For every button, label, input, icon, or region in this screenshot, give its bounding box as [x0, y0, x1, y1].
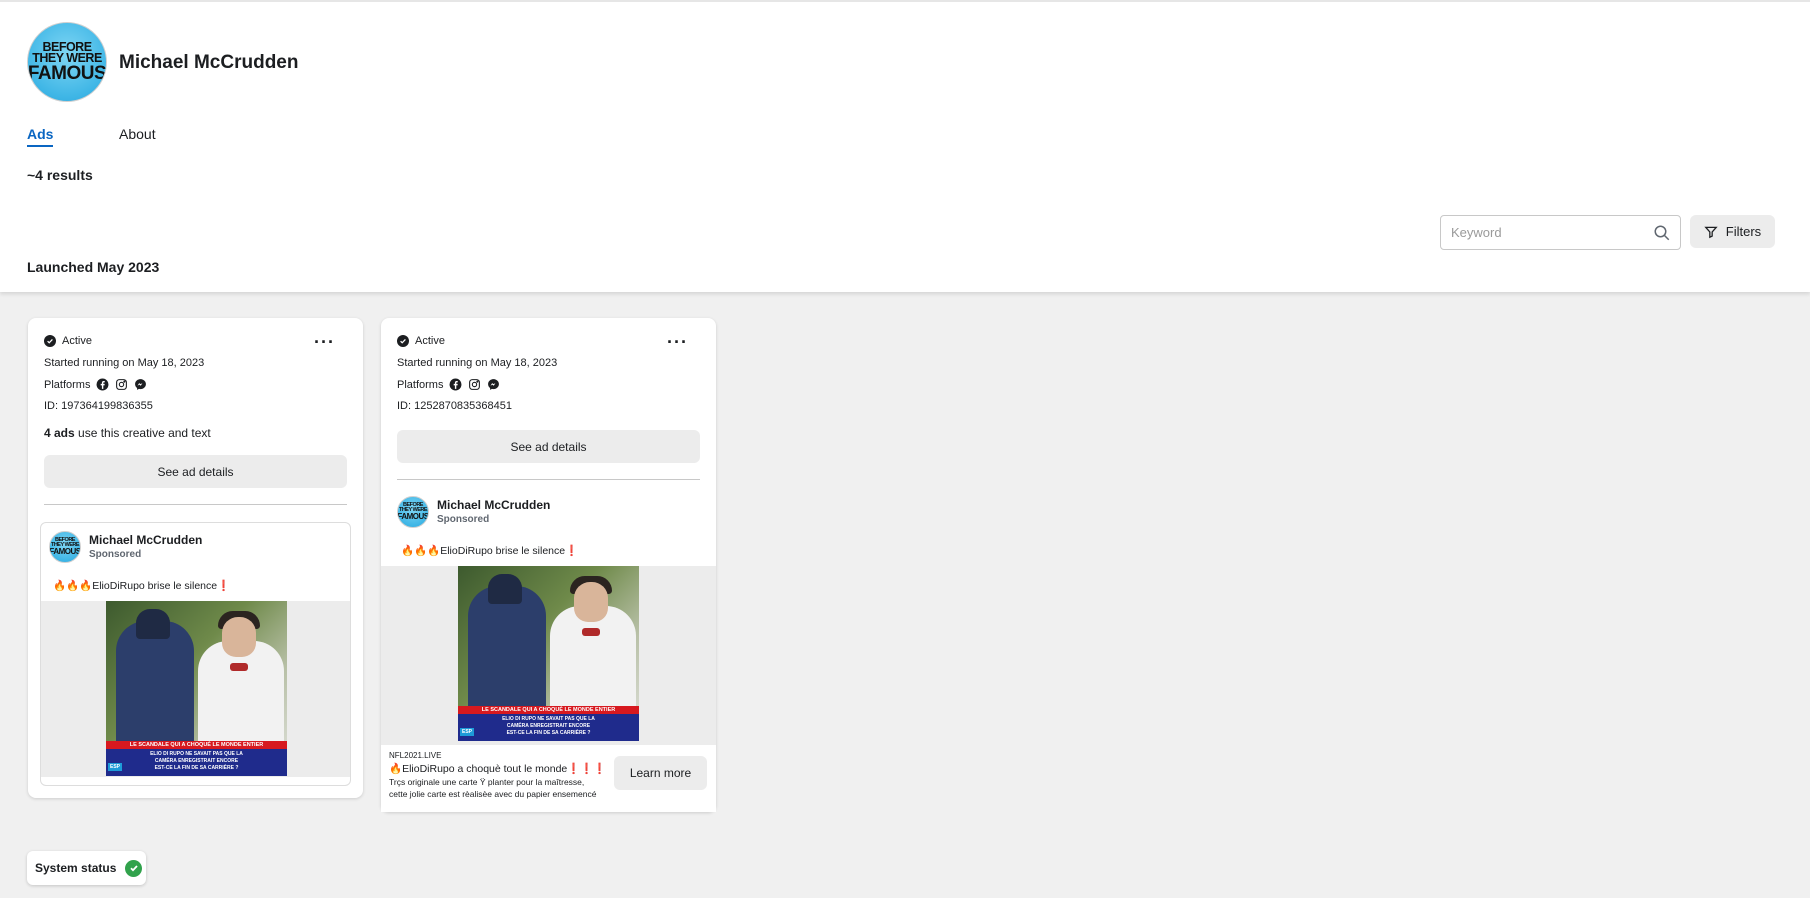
image-banner-blue: ELIO DI RUPO NE SAVAIT PAS QUE LA CAMÉRA… — [458, 714, 639, 741]
tab-about[interactable]: About — [119, 126, 156, 142]
section-title: Launched May 2023 — [27, 259, 160, 275]
ad-preview: BEFORE THEY WERE FAMOUS Michael McCrudde… — [40, 522, 351, 786]
status-label: Active — [415, 335, 445, 347]
instagram-icon — [469, 379, 481, 390]
advertiser-name[interactable]: Michael McCrudden — [437, 498, 550, 512]
filters-label: Filters — [1725, 224, 1762, 239]
more-icon[interactable]: ··· — [314, 333, 335, 351]
ad-card: Active ··· Started running on May 18, 20… — [28, 318, 363, 798]
avatar-logo: BEFORE THEY WERE FAMOUS — [397, 502, 429, 522]
facebook-icon — [97, 378, 109, 391]
see-ad-details-button[interactable]: See ad details — [397, 430, 700, 463]
more-icon[interactable]: ··· — [667, 333, 688, 351]
filter-icon — [1704, 226, 1718, 238]
ad-id: ID: 1252870835368451 — [397, 400, 512, 412]
filters-button[interactable]: Filters — [1690, 215, 1775, 248]
ads-count: 4 ads — [44, 426, 75, 440]
advertiser-name[interactable]: Michael McCrudden — [89, 533, 202, 547]
ad-image-area: LE SCANDALE QUI A CHOQUÉ LE MONDE ENTIER… — [41, 601, 350, 777]
avatar-logo: BEFORE THEY WERE FAMOUS — [49, 537, 81, 557]
system-status-button[interactable]: System status — [27, 851, 146, 885]
check-icon — [44, 335, 56, 347]
platforms-label: Platforms — [397, 378, 444, 391]
ad-body-text: 🔥🔥🔥ElioDiRupo brise le silence❗ — [53, 580, 231, 592]
ad-link-footer[interactable]: NFL2021.LIVE 🔥ElioDiRupo a choquè tout l… — [381, 745, 716, 812]
page-avatar[interactable]: BEFORE THEY WERE FAMOUS — [27, 22, 107, 102]
link-domain: NFL2021.LIVE — [389, 751, 442, 760]
learn-more-button[interactable]: Learn more — [614, 756, 707, 790]
instagram-icon — [116, 379, 128, 390]
link-headline: 🔥ElioDiRupo a choquè tout le monde❗❗❗ — [389, 763, 607, 775]
image-logo: ESP — [460, 728, 475, 736]
ads-count-suffix: use this creative and text — [78, 426, 211, 440]
check-icon — [125, 859, 143, 877]
link-description: Trçs originale une carte Ÿ planter pour … — [389, 777, 597, 799]
platforms-row: Platforms — [44, 378, 147, 391]
platforms-label: Platforms — [44, 378, 91, 391]
status-label: Active — [62, 335, 92, 347]
sponsored-label: Sponsored — [437, 514, 490, 525]
search-box[interactable] — [1440, 215, 1681, 250]
search-input[interactable] — [1451, 216, 1641, 249]
image-logo: ESP — [108, 763, 123, 771]
ad-id: ID: 197364199836355 — [44, 400, 153, 412]
advertiser-avatar[interactable]: BEFORE THEY WERE FAMOUS — [49, 531, 81, 563]
image-banner-red: LE SCANDALE QUI A CHOQUÉ LE MONDE ENTIER — [458, 706, 639, 714]
facebook-icon — [450, 378, 462, 391]
sponsored-label: Sponsored — [89, 549, 142, 560]
platforms-row: Platforms — [397, 378, 500, 391]
started-date: Started running on May 18, 2023 — [44, 357, 205, 369]
ad-image[interactable]: LE SCANDALE QUI A CHOQUÉ LE MONDE ENTIER… — [458, 566, 639, 741]
ad-image[interactable]: LE SCANDALE QUI A CHOQUÉ LE MONDE ENTIER… — [106, 601, 287, 776]
ads-usage-text: 4 ads use this creative and text — [44, 426, 211, 440]
ad-body-text: 🔥🔥🔥ElioDiRupo brise le silence❗ — [401, 545, 579, 557]
avatar-logo: BEFORE THEY WERE FAMOUS — [27, 39, 107, 84]
search-icon[interactable] — [1653, 224, 1671, 242]
ad-card: Active ··· Started running on May 18, 20… — [381, 318, 716, 812]
divider — [397, 479, 700, 480]
results-count: ~4 results — [27, 167, 93, 183]
tab-ads[interactable]: Ads — [27, 126, 54, 147]
see-ad-details-button[interactable]: See ad details — [44, 455, 347, 488]
image-banner-blue: ELIO DI RUPO NE SAVAIT PAS QUE LA CAMÉRA… — [106, 749, 287, 776]
page-title: Michael McCrudden — [119, 52, 299, 73]
page-header: BEFORE THEY WERE FAMOUS Michael McCrudde… — [0, 0, 1810, 292]
system-status-label: System status — [35, 861, 117, 875]
advertiser-avatar[interactable]: BEFORE THEY WERE FAMOUS — [397, 496, 429, 528]
started-date: Started running on May 18, 2023 — [397, 357, 558, 369]
status-row: Active — [397, 335, 445, 347]
divider — [44, 504, 347, 505]
messenger-icon — [488, 379, 500, 390]
ad-image-area: LE SCANDALE QUI A CHOQUÉ LE MONDE ENTIER… — [381, 566, 716, 745]
messenger-icon — [135, 379, 147, 390]
status-row: Active — [44, 335, 92, 347]
check-icon — [397, 335, 409, 347]
image-banner-red: LE SCANDALE QUI A CHOQUÉ LE MONDE ENTIER — [106, 741, 287, 749]
